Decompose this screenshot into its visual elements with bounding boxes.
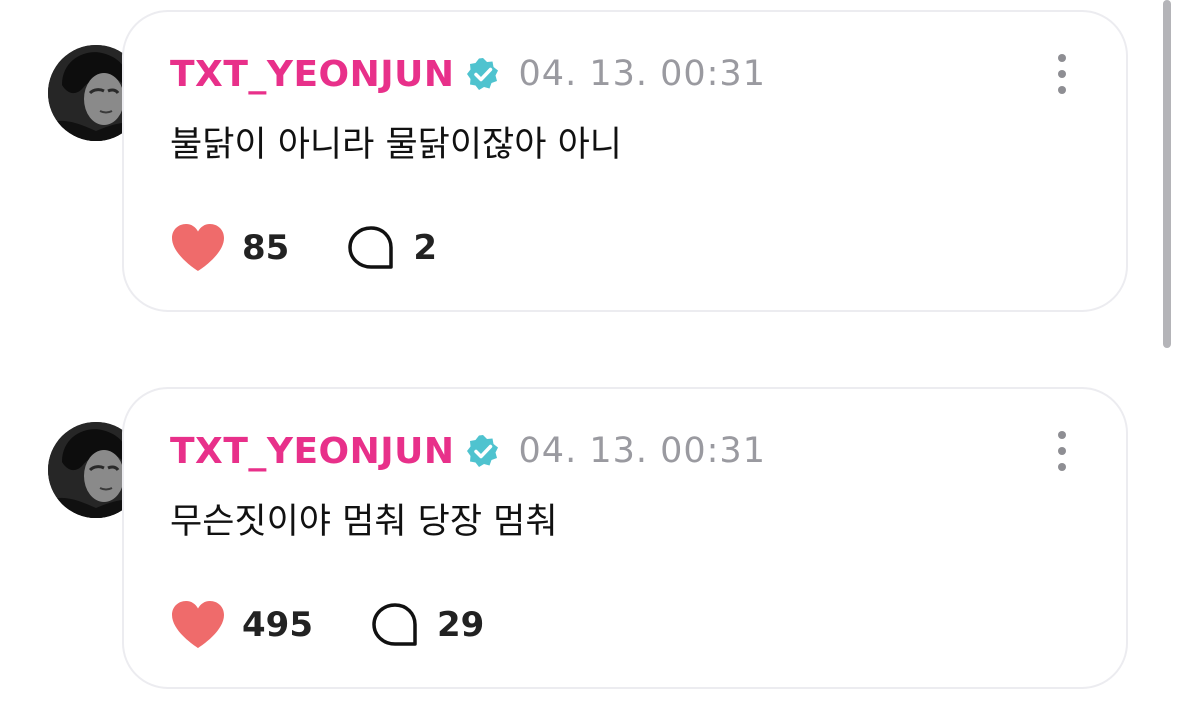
like-button[interactable]: 495 bbox=[170, 600, 313, 650]
comment-bubble-icon bbox=[372, 603, 417, 646]
post-header: TXT_YEONJUN 04. 13. 00:31 bbox=[170, 54, 766, 95]
comment-count: 29 bbox=[436, 605, 485, 645]
post-card[interactable]: TXT_YEONJUN 04. 13. 00:31 무슨짓이야 멈춰 당장 멈춰… bbox=[122, 387, 1128, 689]
post-text: 무슨짓이야 멈춰 당장 멈춰 bbox=[170, 502, 558, 542]
post-timestamp: 04. 13. 00:31 bbox=[518, 431, 766, 471]
scrollbar[interactable] bbox=[1155, 0, 1179, 711]
post-timestamp: 04. 13. 00:31 bbox=[518, 54, 766, 94]
post-header: TXT_YEONJUN 04. 13. 00:31 bbox=[170, 431, 766, 472]
comment-button[interactable]: 29 bbox=[371, 602, 484, 648]
post-actions: 495 29 bbox=[170, 600, 484, 650]
comment-count: 2 bbox=[413, 228, 437, 268]
heart-icon bbox=[172, 224, 224, 271]
like-button[interactable]: 85 bbox=[170, 223, 289, 273]
scroll-thumb[interactable] bbox=[1163, 0, 1171, 348]
username[interactable]: TXT_YEONJUN bbox=[170, 431, 455, 472]
post-card[interactable]: TXT_YEONJUN 04. 13. 00:31 불닭이 아니라 물닭이잖아 … bbox=[122, 10, 1128, 312]
more-vertical-icon[interactable] bbox=[1056, 431, 1068, 471]
heart-icon bbox=[172, 601, 224, 648]
verified-badge-icon bbox=[466, 435, 498, 467]
comment-button[interactable]: 2 bbox=[347, 225, 437, 271]
post-text: 불닭이 아니라 물닭이잖아 아니 bbox=[170, 125, 622, 165]
more-vertical-icon[interactable] bbox=[1056, 54, 1068, 94]
like-count: 85 bbox=[242, 228, 290, 268]
username[interactable]: TXT_YEONJUN bbox=[170, 54, 455, 95]
post-actions: 85 2 bbox=[170, 223, 437, 273]
comment-bubble-icon bbox=[348, 226, 394, 269]
like-count: 495 bbox=[242, 605, 313, 645]
verified-badge-icon bbox=[466, 58, 498, 90]
